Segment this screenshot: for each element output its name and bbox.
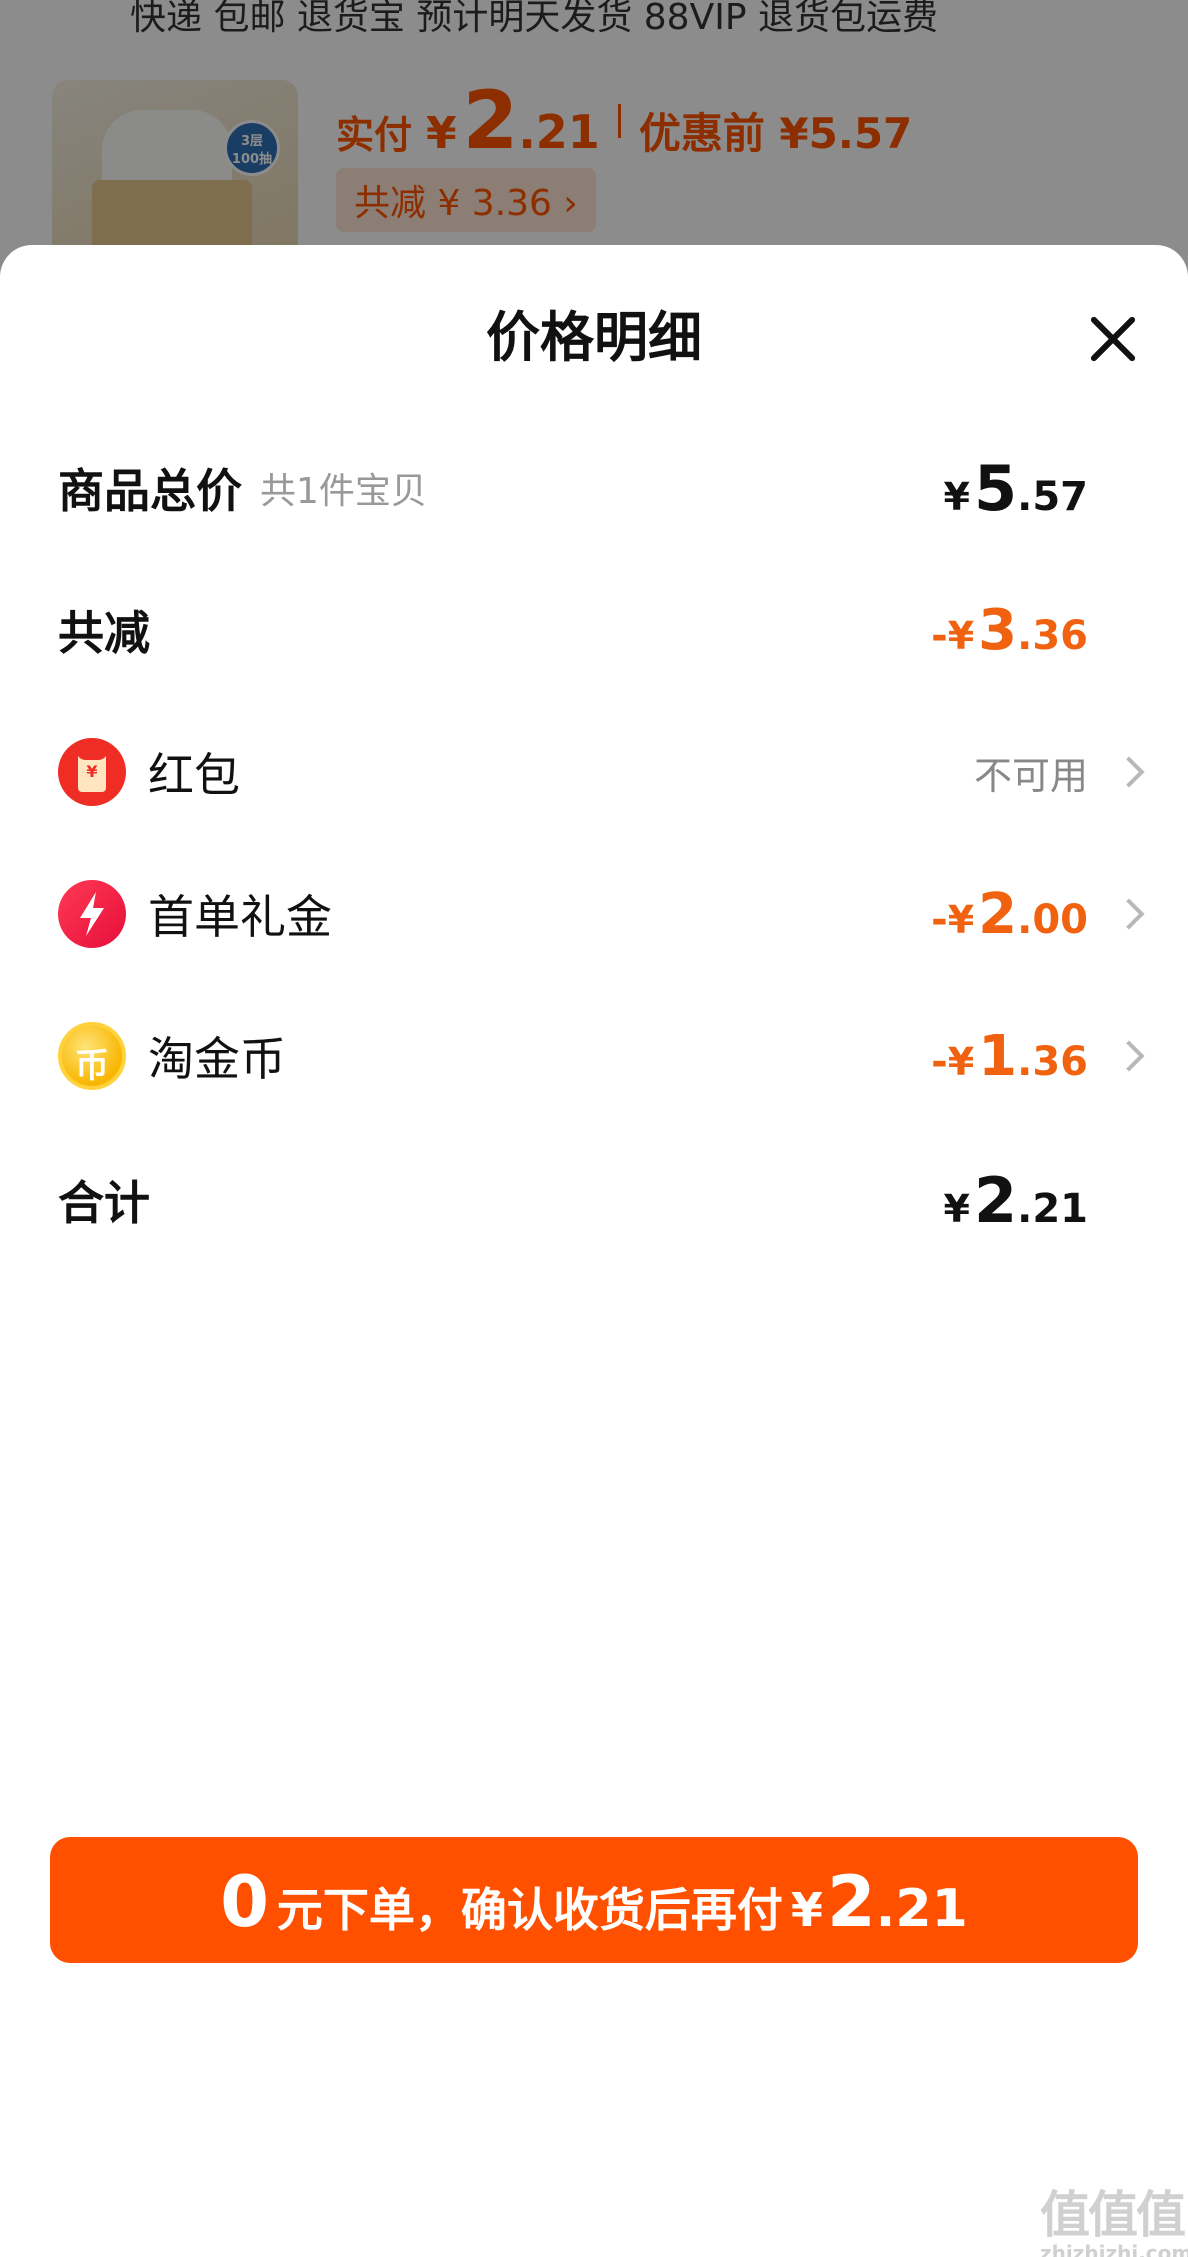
site-watermark: 值值值 zhizhizhi.com [1040,2175,1188,2257]
row-total-reduction: 共减 - ¥ 3 .36 [58,585,1138,675]
currency-symbol: ¥ [947,1039,975,1084]
currency-symbol: ¥ [947,613,975,658]
row-red-packet[interactable]: ¥ 红包 不可用 [58,727,1145,817]
cta-zero: 0 [220,1861,269,1943]
sum-label: 合计 [58,1176,150,1230]
cta-amount-decimal: .21 [875,1879,968,1939]
row-total-price: 商品总价 共1件宝贝 ¥ 5 .57 [58,443,1138,533]
minus-sign: - [931,612,948,659]
amount-integer: 3 [978,597,1018,663]
chevron-right-icon [1113,1040,1145,1072]
watermark-en: zhizhizhi.com [1040,2241,1188,2257]
amount-integer: 5 [974,451,1018,525]
row-first-order-gift[interactable]: 首单礼金 - ¥ 2 .00 [58,869,1145,959]
taojinbi-label: 淘金币 [148,1032,286,1086]
row-taojinbi[interactable]: 币 淘金币 - ¥ 1 .36 [58,1011,1145,1101]
chevron-right-icon [1113,756,1145,788]
reduction-label: 共减 [58,606,150,660]
coin-icon-text: 币 [75,1046,109,1086]
amount-decimal: .21 [1017,1185,1088,1232]
coin-icon: 币 [58,1022,126,1090]
cta-amount-integer: 2 [826,1861,876,1943]
red-packet-status: 不可用 [973,753,1088,798]
taojinbi-amount: - ¥ 1 .36 [931,1024,1088,1089]
amount-integer: 2 [978,881,1018,947]
currency-symbol: ¥ [943,474,970,519]
first-order-gift-label: 首单礼金 [148,890,332,944]
sheet-title: 价格明细 [486,306,702,369]
amount-integer: 2 [974,1163,1018,1237]
sum-amount: ¥ 2 .21 [944,1164,1088,1237]
watermark-cn: 值值值 [1040,2186,1186,2244]
first-order-gift-amount: - ¥ 2 .00 [931,882,1088,947]
cta-text: 元下单，确认收货后再付 [276,1883,783,1937]
item-count: 共1件宝贝 [260,471,427,512]
minus-sign: - [931,1038,948,1085]
amount-decimal: .00 [1017,896,1088,943]
red-packet-icon: ¥ [58,738,126,806]
amount-decimal: .36 [1017,1038,1088,1085]
reduction-amount: - ¥ 3 .36 [931,598,1088,663]
chevron-right-icon [1113,898,1145,930]
total-price-amount: ¥ 5 .57 [944,452,1088,525]
red-packet-icon-text: ¥ [86,762,98,781]
total-price-label: 商品总价 [58,464,242,518]
cta-currency: ¥ [790,1883,823,1937]
place-order-button[interactable]: 0 元下单，确认收货后再付 ¥ 2 .21 [50,1837,1138,1963]
close-icon[interactable] [1086,313,1138,365]
amount-integer: 1 [978,1023,1018,1089]
amount-decimal: .36 [1017,612,1088,659]
currency-symbol: ¥ [943,1186,970,1231]
row-sum: 合计 ¥ 2 .21 [58,1155,1138,1245]
red-packet-label: 红包 [148,748,240,802]
minus-sign: - [931,896,948,943]
lightning-icon [58,880,126,948]
amount-decimal: .57 [1017,473,1088,520]
currency-symbol: ¥ [947,897,975,942]
